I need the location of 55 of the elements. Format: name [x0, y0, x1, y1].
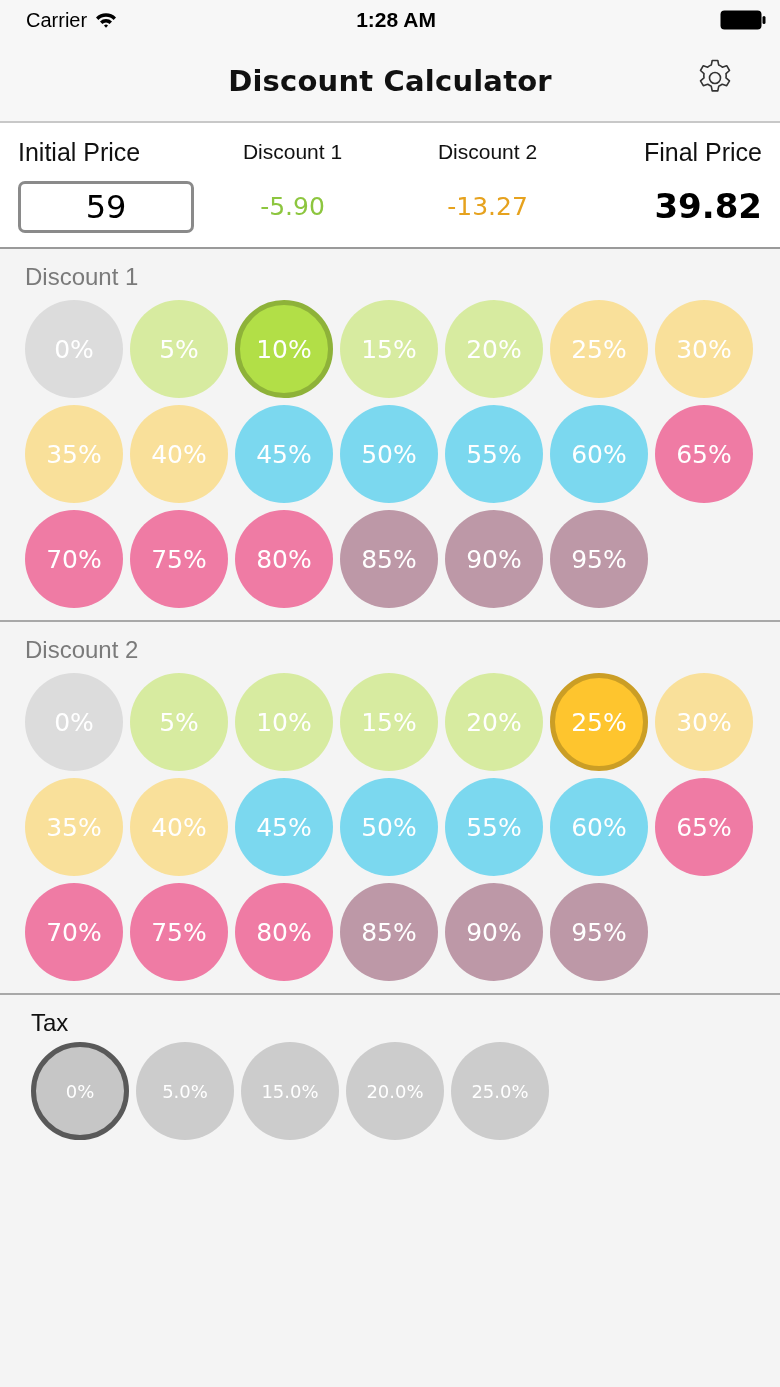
percent-option[interactable]: 65%: [655, 778, 753, 876]
percent-option[interactable]: 85%: [340, 883, 438, 981]
discount-amount: -13.27: [447, 191, 528, 223]
percent-option[interactable]: 70%: [25, 883, 123, 981]
section-title: Discount 2: [25, 635, 140, 665]
percent-option[interactable]: 90%: [445, 510, 543, 608]
carrier-label: Carrier: [26, 8, 88, 32]
percent-option[interactable]: 65%: [655, 405, 753, 503]
percent-option[interactable]: 15%: [340, 673, 438, 771]
percent-option[interactable]: 20%: [445, 673, 543, 771]
percent-option[interactable]: 55%: [445, 778, 543, 876]
percent-option[interactable]: 75%: [130, 883, 228, 981]
percent-option[interactable]: 80%: [235, 510, 333, 608]
percent-option[interactable]: 55%: [445, 405, 543, 503]
percent-option[interactable]: 60%: [550, 778, 648, 876]
percent-option[interactable]: 45%: [235, 405, 333, 503]
percent-option[interactable]: 40%: [130, 778, 228, 876]
section-title: Discount 1: [25, 262, 140, 292]
status-time: 1:28 AM: [356, 8, 436, 32]
percent-option[interactable]: 95%: [550, 883, 648, 981]
percent-option[interactable]: 70%: [25, 510, 123, 608]
percent-option[interactable]: 30%: [655, 300, 753, 398]
final-price-label: Final Price: [643, 137, 762, 167]
screen-title: Discount Calculator: [228, 63, 552, 98]
percent-option[interactable]: 30%: [655, 673, 753, 771]
percent-option[interactable]: 25%: [550, 673, 648, 771]
percent-option[interactable]: 15%: [340, 300, 438, 398]
section-title: Tax: [31, 1008, 70, 1038]
discount-amount: -5.90: [260, 191, 325, 223]
percent-option[interactable]: 60%: [550, 405, 648, 503]
percent-option[interactable]: 10%: [235, 300, 333, 398]
battery-icon: [720, 10, 766, 30]
percent-option[interactable]: 95%: [550, 510, 648, 608]
wifi-icon: [95, 12, 118, 28]
percent-option[interactable]: 5%: [130, 300, 228, 398]
percent-option[interactable]: 35%: [25, 778, 123, 876]
price-field[interactable]: 59: [18, 181, 194, 233]
percent-option[interactable]: 50%: [340, 778, 438, 876]
percent-option[interactable]: 20%: [445, 300, 543, 398]
percent-option[interactable]: 35%: [25, 405, 123, 503]
percent-option[interactable]: 50%: [340, 405, 438, 503]
percent-option[interactable]: 40%: [130, 405, 228, 503]
discount-label: Discount 1: [242, 139, 343, 165]
percent-option[interactable]: 10%: [235, 673, 333, 771]
final-price-value: 39.82: [654, 185, 762, 227]
percent-option[interactable]: 25%: [550, 300, 648, 398]
percent-option[interactable]: 75%: [130, 510, 228, 608]
percent-option[interactable]: 85%: [340, 510, 438, 608]
price-label: Initial Price: [18, 137, 141, 167]
percent-option[interactable]: 80%: [235, 883, 333, 981]
discount-label: Discount 2: [437, 139, 538, 165]
percent-option[interactable]: 45%: [235, 778, 333, 876]
percent-option[interactable]: 0%: [31, 1042, 129, 1140]
percent-option[interactable]: 5%: [130, 673, 228, 771]
percent-option[interactable]: 90%: [445, 883, 543, 981]
